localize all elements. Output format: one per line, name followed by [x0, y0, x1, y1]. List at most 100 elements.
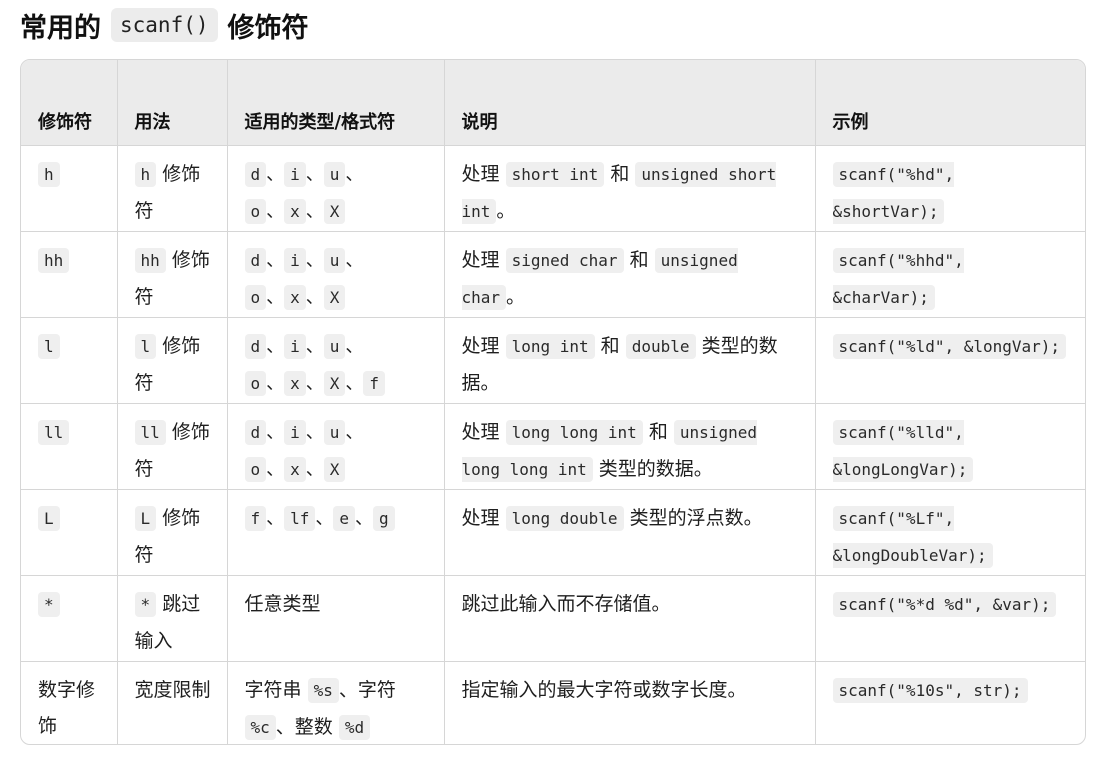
cell-example: scanf("%10s", str);	[815, 661, 1085, 744]
cell-usage: * 跳过输入	[117, 575, 228, 662]
type-code: x	[284, 370, 306, 396]
desc-text: 处理	[461, 248, 500, 271]
usage-code: L	[134, 505, 157, 531]
example-code: scanf("%ld", &longVar);	[832, 333, 1067, 359]
desc-text: 类型的浮点数。	[629, 506, 763, 529]
cell-example: scanf("%Lf", &longDoubleVar);	[815, 489, 1085, 576]
table-row: ll ll 修饰符 d、 i、 u、 o、 x、 X 处理 long long int 和…	[21, 403, 1085, 490]
cell-example: scanf("%hd", &shortVar);	[815, 145, 1085, 232]
usage-code: *	[134, 591, 157, 617]
type-code: x	[284, 198, 306, 224]
cell-types: 字符串 %s 、字符 %c 、整数 %d	[227, 661, 445, 744]
cell-types: d、 i、 u、 o、 x、 X	[227, 231, 445, 318]
cell-types: d、 i、 u、 o、 x、 X	[227, 145, 445, 232]
type-code: X	[323, 370, 346, 396]
cell-usage: h 修饰符	[117, 145, 228, 232]
desc-code: short int	[505, 161, 605, 187]
type-code: i	[284, 247, 306, 273]
usage-code: hh	[134, 247, 166, 273]
type-code: u	[323, 333, 346, 359]
type-code: f	[244, 505, 267, 531]
cell-usage: l 修饰符	[117, 317, 228, 404]
table-row: L L 修饰符 f、 lf、 e、 g 处理 long double 类型的浮点数。 …	[21, 489, 1085, 576]
cell-modifier: h	[21, 145, 118, 232]
cell-example: scanf("%ld", &longVar);	[815, 317, 1085, 404]
header-modifier: 修饰符	[21, 60, 118, 146]
modifier-code: ll	[38, 419, 70, 445]
cell-types: d、 i、 u、 o、 x、 X、 f	[227, 317, 445, 404]
desc-text: 处理	[461, 334, 500, 357]
modifier-code: *	[38, 591, 60, 617]
type-code: u	[323, 247, 346, 273]
type-code: d	[244, 247, 267, 273]
type-code: o	[244, 370, 267, 396]
cell-usage: ll 修饰符	[117, 403, 228, 490]
title-prefix: 常用的	[20, 12, 101, 44]
usage-code: ll	[134, 419, 166, 445]
type-code: lf	[284, 505, 316, 531]
desc-code: long long int	[505, 419, 643, 445]
types-text: 、整数	[275, 715, 333, 738]
desc-text: 和	[629, 248, 649, 271]
type-code: d	[244, 333, 267, 359]
desc-code: double	[625, 333, 696, 359]
title-suffix: 修饰符	[227, 12, 309, 44]
header-example: 示例	[815, 60, 1085, 146]
type-code: X	[323, 456, 346, 482]
cell-modifier: 数字修饰	[21, 661, 118, 744]
desc-text: 类型的数据。	[598, 457, 713, 480]
type-code: g	[373, 505, 395, 531]
cell-example: scanf("%*d %d", &var);	[815, 575, 1085, 662]
cell-modifier: *	[21, 575, 118, 662]
desc-text: 和	[600, 334, 620, 357]
type-code: i	[284, 161, 306, 187]
table-row: h h 修饰符 d、 i、 u、 o、 x、 X 处理 short int 和 unsig…	[21, 145, 1085, 232]
usage-code: l	[134, 333, 157, 359]
cell-modifier: ll	[21, 403, 118, 490]
cell-modifier: L	[21, 489, 118, 576]
desc-text: 。	[506, 285, 526, 308]
type-code: o	[244, 284, 267, 310]
header-types: 适用的类型/格式符	[227, 60, 445, 146]
type-code: o	[244, 456, 267, 482]
desc-text: 和	[648, 420, 668, 443]
desc-text: 和	[610, 162, 630, 185]
type-code: X	[323, 198, 346, 224]
cell-description: 指定输入的最大字符或数字长度。	[444, 661, 816, 744]
cell-types: 任意类型	[227, 575, 445, 662]
table-row: l l 修饰符 d、 i、 u、 o、 x、 X、 f 处理 long int 和 doub…	[21, 317, 1085, 404]
header-usage: 用法	[117, 60, 228, 146]
example-code: scanf("%10s", str);	[832, 677, 1028, 703]
cell-description: 处理 long double 类型的浮点数。	[444, 489, 816, 576]
table-header-row: 修饰符 用法 适用的类型/格式符 说明 示例	[21, 60, 1085, 146]
type-code: e	[333, 505, 356, 531]
cell-example: scanf("%hhd", &charVar);	[815, 231, 1085, 318]
cell-types: d、 i、 u、 o、 x、 X	[227, 403, 445, 490]
desc-text: 处理	[461, 506, 500, 529]
example-code: scanf("%hhd", &charVar);	[832, 247, 964, 310]
cell-modifier: hh	[21, 231, 118, 318]
type-code: %c	[244, 714, 276, 740]
cell-description: 处理 long long int 和 unsigned long long in…	[444, 403, 816, 490]
type-code: d	[244, 161, 267, 187]
desc-text: 处理	[461, 162, 500, 185]
example-code: scanf("%Lf", &longDoubleVar);	[832, 505, 993, 568]
usage-code: h	[134, 161, 157, 187]
cell-description: 跳过此输入而不存储值。	[444, 575, 816, 662]
cell-description: 处理 short int 和 unsigned short int。	[444, 145, 816, 232]
table-row: * * 跳过输入 任意类型 跳过此输入而不存储值。 scanf("%*d %d"…	[21, 575, 1085, 662]
table-row: hh hh 修饰符 d、 i、 u、 o、 x、 X 处理 signed char 和 u…	[21, 231, 1085, 318]
type-code: i	[284, 419, 306, 445]
desc-code: long int	[505, 333, 595, 359]
desc-code: long double	[505, 505, 624, 531]
type-code: o	[244, 198, 267, 224]
types-text: 任意类型	[244, 592, 321, 615]
cell-description: 处理 signed char 和 unsigned char。	[444, 231, 816, 318]
desc-text: 指定输入的最大字符或数字长度。	[461, 678, 747, 701]
modifier-code: hh	[38, 247, 70, 273]
modifier-code: h	[38, 161, 60, 187]
title-code: scanf()	[111, 8, 218, 42]
type-code: X	[323, 284, 346, 310]
types-text: 字符串	[244, 678, 302, 701]
desc-text: 。	[496, 199, 516, 222]
